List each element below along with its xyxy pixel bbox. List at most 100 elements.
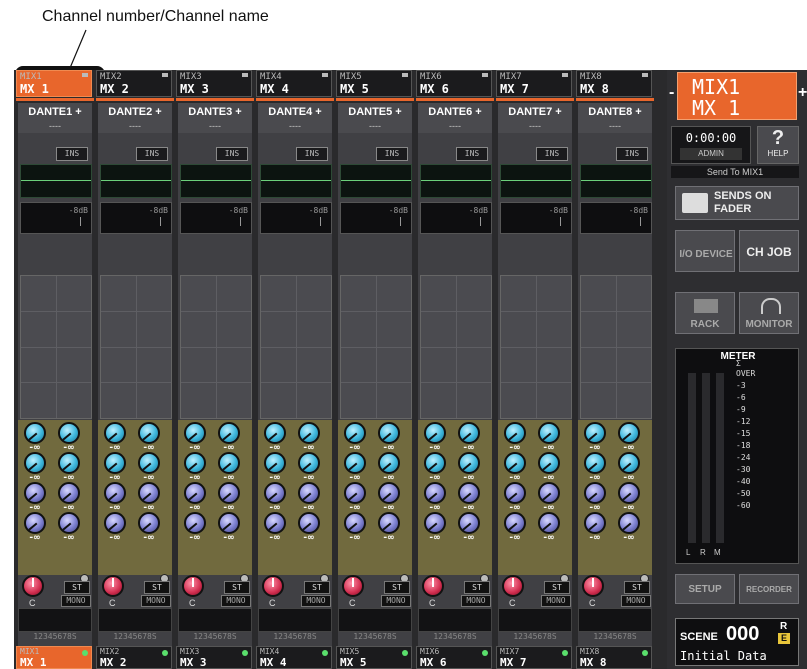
next-channel-button[interactable]: +	[798, 84, 807, 102]
dca-assign-field[interactable]	[18, 608, 92, 632]
send-level-knob[interactable]	[24, 482, 46, 504]
send-level-knob[interactable]	[298, 512, 320, 534]
send-level-knob[interactable]	[24, 452, 46, 474]
input-patch-button[interactable]: DANTE5 +	[338, 103, 412, 121]
send-level-knob[interactable]	[218, 482, 240, 504]
send-level-knob[interactable]	[264, 422, 286, 444]
prev-channel-button[interactable]: -	[669, 84, 674, 102]
send-level-knob[interactable]	[58, 422, 80, 444]
send-level-knob[interactable]	[458, 482, 480, 504]
io-device-button[interactable]: I/O DEVICE	[675, 230, 735, 272]
input-patch-button[interactable]: DANTE8 +	[578, 103, 652, 121]
insert-button[interactable]: INS	[56, 147, 88, 161]
input-patch-button[interactable]: DANTE2 +	[98, 103, 172, 121]
send-level-knob[interactable]	[344, 422, 366, 444]
insert-button[interactable]: INS	[216, 147, 248, 161]
send-level-knob[interactable]	[504, 452, 526, 474]
send-level-knob[interactable]	[264, 512, 286, 534]
dynamics-field[interactable]: -8dB	[100, 202, 172, 234]
st-button[interactable]: ST	[144, 581, 170, 594]
pan-knob[interactable]	[422, 575, 444, 597]
send-level-knob[interactable]	[104, 512, 126, 534]
dca-assign-field[interactable]	[418, 608, 492, 632]
send-level-knob[interactable]	[138, 422, 160, 444]
footer-channel-tab[interactable]: MIX1 MX 1	[16, 646, 92, 669]
send-level-knob[interactable]	[378, 452, 400, 474]
send-level-knob[interactable]	[584, 422, 606, 444]
send-level-knob[interactable]	[184, 422, 206, 444]
matrix-grid[interactable]	[420, 275, 492, 419]
send-level-knob[interactable]	[344, 482, 366, 504]
send-level-knob[interactable]	[504, 482, 526, 504]
send-level-knob[interactable]	[138, 482, 160, 504]
send-level-knob[interactable]	[538, 482, 560, 504]
send-level-knob[interactable]	[424, 512, 446, 534]
input-patch-button[interactable]: DANTE1 +	[18, 103, 92, 121]
recorder-button[interactable]: RECORDER	[739, 574, 799, 604]
send-level-knob[interactable]	[298, 482, 320, 504]
dynamics-field[interactable]: -8dB	[420, 202, 492, 234]
channel-tab[interactable]: MIX3 MX 3	[176, 70, 252, 97]
dca-assign-field[interactable]	[98, 608, 172, 632]
send-level-knob[interactable]	[184, 482, 206, 504]
send-level-knob[interactable]	[424, 482, 446, 504]
send-level-knob[interactable]	[458, 512, 480, 534]
st-button[interactable]: ST	[464, 581, 490, 594]
insert-button[interactable]: INS	[616, 147, 648, 161]
eq-graph[interactable]	[260, 164, 332, 198]
user-badge[interactable]: ADMIN	[680, 148, 742, 160]
send-level-knob[interactable]	[504, 512, 526, 534]
meter-display[interactable]: METER Σ OVER -3 -6 -9 -12 -15 -18 -24 -30 -40 -50 -6…	[675, 348, 799, 564]
send-level-knob[interactable]	[424, 452, 446, 474]
send-level-knob[interactable]	[378, 512, 400, 534]
dynamics-field[interactable]: -8dB	[20, 202, 92, 234]
send-level-knob[interactable]	[264, 482, 286, 504]
mono-button[interactable]: MONO	[541, 595, 571, 607]
send-level-knob[interactable]	[184, 452, 206, 474]
send-level-knob[interactable]	[58, 452, 80, 474]
send-level-knob[interactable]	[298, 422, 320, 444]
send-level-knob[interactable]	[218, 452, 240, 474]
dynamics-field[interactable]: -8dB	[260, 202, 332, 234]
insert-button[interactable]: INS	[296, 147, 328, 161]
mono-button[interactable]: MONO	[61, 595, 91, 607]
send-level-knob[interactable]	[618, 452, 640, 474]
send-level-knob[interactable]	[298, 452, 320, 474]
send-level-knob[interactable]	[618, 482, 640, 504]
channel-tab[interactable]: MIX7 MX 7	[496, 70, 572, 97]
mono-button[interactable]: MONO	[381, 595, 411, 607]
send-level-knob[interactable]	[104, 422, 126, 444]
setup-button[interactable]: SETUP	[675, 574, 735, 604]
channel-tab[interactable]: MIX6 MX 6	[416, 70, 492, 97]
matrix-grid[interactable]	[500, 275, 572, 419]
sends-on-fader-button[interactable]: SENDS ON FADER	[675, 186, 799, 220]
send-level-knob[interactable]	[538, 512, 560, 534]
scene-display[interactable]: SCENE 000 R E Initial Data	[675, 618, 799, 666]
input-patch-button[interactable]: DANTE7 +	[498, 103, 572, 121]
pan-knob[interactable]	[262, 575, 284, 597]
mono-button[interactable]: MONO	[461, 595, 491, 607]
send-level-knob[interactable]	[58, 512, 80, 534]
send-level-knob[interactable]	[584, 482, 606, 504]
channel-tab[interactable]: MIX5 MX 5	[336, 70, 412, 97]
mono-button[interactable]: MONO	[141, 595, 171, 607]
rack-button[interactable]: RACK	[675, 292, 735, 334]
send-level-knob[interactable]	[344, 512, 366, 534]
send-level-knob[interactable]	[538, 452, 560, 474]
send-level-knob[interactable]	[618, 422, 640, 444]
eq-graph[interactable]	[20, 164, 92, 198]
send-level-knob[interactable]	[264, 452, 286, 474]
st-button[interactable]: ST	[544, 581, 570, 594]
st-button[interactable]: ST	[624, 581, 650, 594]
footer-channel-tab[interactable]: MIX7 MX 7	[496, 646, 572, 669]
insert-button[interactable]: INS	[456, 147, 488, 161]
send-level-knob[interactable]	[138, 452, 160, 474]
dca-assign-field[interactable]	[258, 608, 332, 632]
channel-tab[interactable]: MIX1 MX 1	[16, 70, 92, 97]
dca-assign-field[interactable]	[578, 608, 652, 632]
footer-channel-tab[interactable]: MIX6 MX 6	[416, 646, 492, 669]
send-level-knob[interactable]	[458, 452, 480, 474]
dca-assign-field[interactable]	[178, 608, 252, 632]
send-level-knob[interactable]	[184, 512, 206, 534]
eq-graph[interactable]	[580, 164, 652, 198]
